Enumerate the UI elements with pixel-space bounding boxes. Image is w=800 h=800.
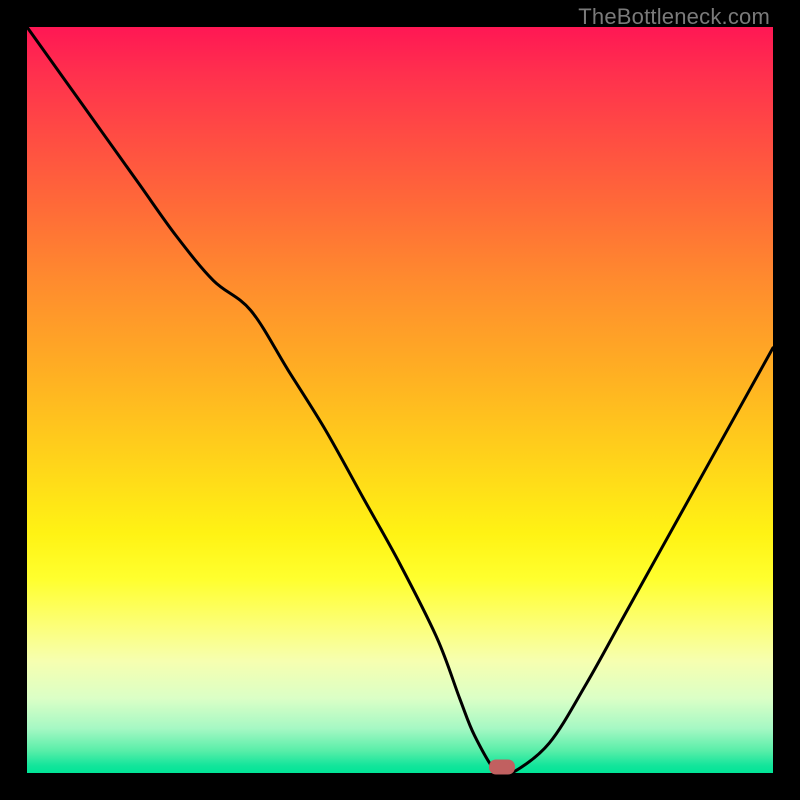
bottleneck-curve-svg [27,27,773,773]
watermark-text: TheBottleneck.com [578,4,770,30]
bottleneck-curve [27,27,773,777]
chart-frame: TheBottleneck.com [0,0,800,800]
minimum-marker [489,760,515,775]
